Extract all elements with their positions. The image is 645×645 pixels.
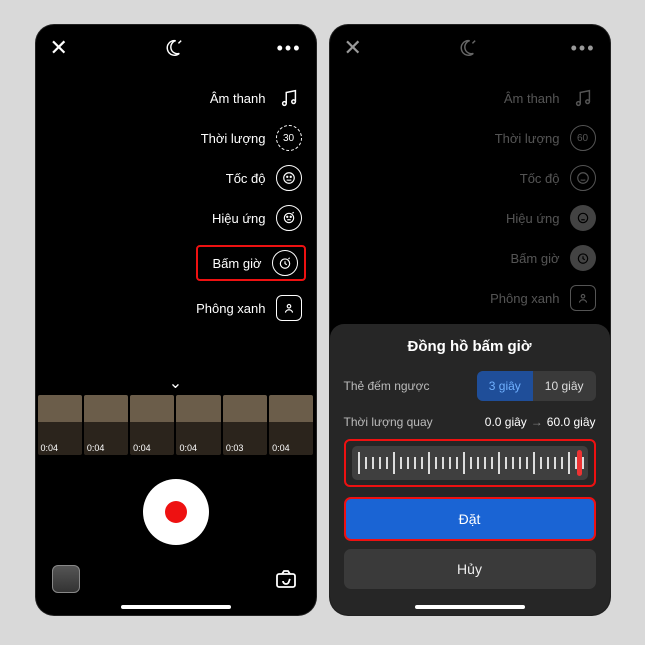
right-screenshot: ✕ ••• Âm thanh Thời lượng 60 Tốc độ	[330, 25, 610, 615]
label: Phông xanh	[196, 301, 265, 316]
menu-effect[interactable]: Hiệu ứng	[196, 205, 301, 231]
label: Bấm giờ	[213, 256, 262, 271]
label: Âm thanh	[210, 91, 266, 106]
menu-duration[interactable]: Thời lượng 60	[490, 125, 595, 151]
close-icon[interactable]: ✕	[344, 35, 362, 61]
record-button[interactable]	[143, 479, 209, 545]
cancel-button[interactable]: Hủy	[344, 549, 596, 589]
record-duration-values: 0.0 giây→60.0 giây	[485, 415, 596, 429]
menu-greenscreen[interactable]: Phông xanh	[490, 285, 595, 311]
label: Tốc độ	[520, 171, 560, 186]
left-screenshot: ✕ ••• Âm thanh Thời lượng 30 Tốc độ	[36, 25, 316, 615]
thumb[interactable]: 0:04	[84, 395, 128, 455]
record-duration-label: Thời lượng quay	[344, 415, 433, 429]
label: Thời lượng	[495, 131, 560, 146]
music-icon	[276, 85, 302, 111]
duration-icon: 30	[276, 125, 302, 151]
label: Hiệu ứng	[212, 211, 266, 226]
menu-speed[interactable]: Tốc độ	[490, 165, 595, 191]
duration-ruler[interactable]	[352, 446, 588, 480]
menu-effect[interactable]: Hiệu ứng	[490, 205, 595, 231]
label: Bấm giờ	[511, 251, 560, 266]
stickers-button[interactable]	[52, 565, 80, 593]
thumb[interactable]: 0:04	[269, 395, 313, 455]
thumb[interactable]: 0:04	[176, 395, 220, 455]
label: Âm thanh	[504, 91, 560, 106]
menu-timer[interactable]: Bấm giờ	[196, 245, 305, 281]
set-button[interactable]: Đặt	[344, 497, 596, 541]
countdown-label: Thẻ đếm ngược	[344, 379, 430, 393]
more-icon[interactable]: •••	[277, 38, 302, 59]
timer-sheet: Đồng hồ bấm giờ Thẻ đếm ngược 3 giây 10 …	[330, 324, 610, 615]
menu-greenscreen[interactable]: Phông xanh	[196, 295, 301, 321]
thumb[interactable]: 0:04	[38, 395, 82, 455]
opt-3s[interactable]: 3 giây	[477, 371, 533, 401]
duration-icon: 60	[570, 125, 596, 151]
side-menu: Âm thanh Thời lượng 30 Tốc độ Hiệu ứng	[196, 85, 301, 321]
night-mode-icon[interactable]	[161, 37, 183, 59]
more-icon[interactable]: •••	[571, 38, 596, 59]
clip-thumbnails: 0:04 0:04 0:04 0:04 0:03 0:04	[36, 395, 316, 455]
topbar: ✕ •••	[330, 25, 610, 67]
menu-timer[interactable]: Bấm giờ	[490, 245, 595, 271]
speed-icon	[276, 165, 302, 191]
effect-icon	[276, 205, 302, 231]
side-menu: Âm thanh Thời lượng 60 Tốc độ Hiệu ứng	[490, 85, 595, 311]
record-row	[36, 479, 316, 545]
menu-sound[interactable]: Âm thanh	[490, 85, 595, 111]
greenscreen-icon	[570, 285, 596, 311]
close-icon[interactable]: ✕	[50, 35, 68, 61]
opt-10s[interactable]: 10 giây	[533, 371, 596, 401]
speed-icon	[570, 165, 596, 191]
timer-icon	[570, 245, 596, 271]
menu-sound[interactable]: Âm thanh	[196, 85, 301, 111]
countdown-segmented: 3 giây 10 giây	[477, 371, 596, 401]
duration-ruler-highlight	[344, 439, 596, 487]
topbar: ✕ •••	[36, 25, 316, 67]
label: Phông xanh	[490, 291, 559, 306]
label: Thời lượng	[201, 131, 266, 146]
music-icon	[570, 85, 596, 111]
sheet-title: Đồng hồ bấm giờ	[344, 338, 596, 355]
label: Tốc độ	[226, 171, 266, 186]
menu-duration[interactable]: Thời lượng 30	[196, 125, 301, 151]
label: Hiệu ứng	[506, 211, 560, 226]
home-indicator	[415, 605, 525, 609]
thumb[interactable]: 0:04	[130, 395, 174, 455]
night-mode-icon[interactable]	[455, 37, 477, 59]
home-indicator	[121, 605, 231, 609]
thumb[interactable]: 0:03	[223, 395, 267, 455]
flip-camera-icon[interactable]	[272, 565, 300, 593]
chevron-down-icon[interactable]: ⌄	[169, 373, 182, 393]
ruler-handle[interactable]	[577, 450, 582, 476]
timer-icon	[272, 250, 298, 276]
effect-icon	[570, 205, 596, 231]
greenscreen-icon	[276, 295, 302, 321]
menu-speed[interactable]: Tốc độ	[196, 165, 301, 191]
